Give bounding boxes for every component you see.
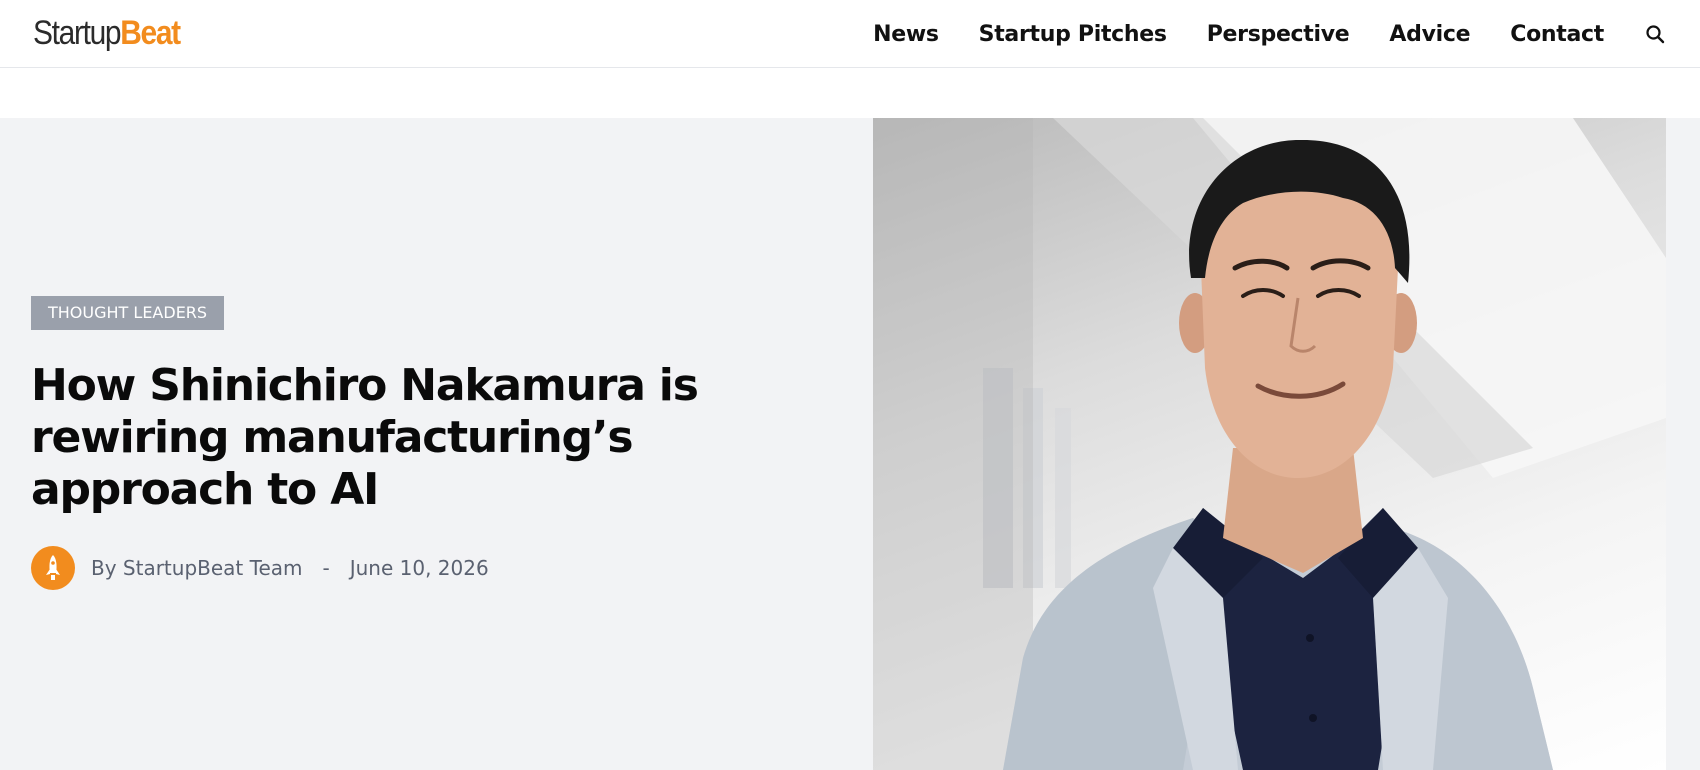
author-name[interactable]: By StartupBeat Team [91, 556, 302, 580]
article-title[interactable]: How Shinichiro Nakamura is rewiring manu… [31, 360, 731, 516]
publish-date: June 10, 2026 [349, 556, 489, 580]
rocket-icon [46, 555, 60, 580]
byline-separator: - [322, 556, 330, 580]
author-avatar[interactable] [31, 546, 75, 590]
nav-item-advice[interactable]: Advice [1389, 22, 1470, 47]
nav-item-news[interactable]: News [873, 22, 939, 47]
category-badge[interactable]: THOUGHT LEADERS [31, 296, 225, 330]
hero-photo[interactable] [873, 118, 1666, 770]
site-header: Startup Beat News Startup Pitches Perspec… [0, 0, 1700, 68]
hero-text: THOUGHT LEADERS How Shinichiro Nakamura … [31, 296, 831, 590]
hero-right-margin [1666, 118, 1700, 770]
nav-item-contact[interactable]: Contact [1510, 22, 1604, 47]
main-nav: News Startup Pitches Perspective Advice … [873, 0, 1700, 68]
nav-item-startup-pitches[interactable]: Startup Pitches [979, 22, 1167, 47]
logo-text-beat: Beat [120, 14, 181, 52]
logo-text-startup: Startup [33, 14, 122, 52]
search-icon[interactable] [1644, 23, 1666, 45]
byline: By StartupBeat Team - June 10, 2026 [31, 546, 831, 590]
nav-item-perspective[interactable]: Perspective [1207, 22, 1350, 47]
startupbeat-logo[interactable]: Startup Beat [33, 13, 181, 53]
